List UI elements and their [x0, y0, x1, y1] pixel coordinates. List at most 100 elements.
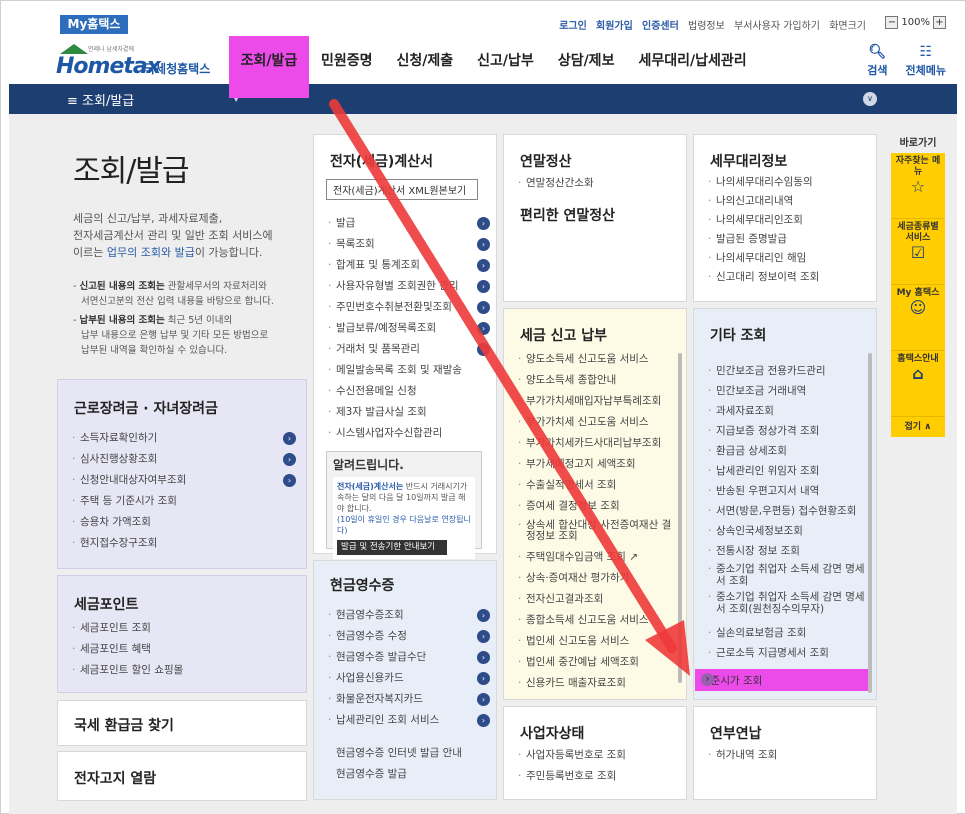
einvoice-item[interactable]: 거래처 및 품목관리›: [326, 339, 490, 360]
filing-item[interactable]: 부가세예정고지 세액조회: [516, 454, 676, 475]
gnb-consult-report[interactable]: 상담/제보: [546, 36, 627, 84]
filing-item[interactable]: 양도소득세 신고도움 서비스: [516, 349, 676, 370]
labor-item[interactable]: 승용차 가액조회: [70, 512, 296, 533]
zoom-in-button[interactable]: +: [933, 16, 946, 29]
filing-item[interactable]: 신용카드 매출자료조회: [516, 673, 676, 694]
cash-item[interactable]: 현금영수증조회›: [326, 605, 490, 626]
gnb-lookup-issue[interactable]: 조회/발급: [229, 36, 309, 84]
einvoice-item[interactable]: 메일발송목록 조회 및 재발송: [326, 360, 490, 381]
agent-item[interactable]: 발급된 증명발급: [706, 230, 870, 249]
quick-link-my-hometax[interactable]: My 홈택스 ☺: [891, 285, 945, 351]
einvoice-item[interactable]: 합계표 및 통계조회›: [326, 255, 490, 276]
einvoice-item[interactable]: 목록조회›: [326, 234, 490, 255]
dept-user-signup-link[interactable]: 부서사용자 가입하기: [734, 21, 820, 32]
points-item[interactable]: 세금포인트 할인 쇼핑몰: [70, 660, 296, 681]
einvoice-item[interactable]: 수신전용메일 신청: [326, 381, 490, 402]
filing-item[interactable]: 전자신고결과조회: [516, 589, 676, 610]
filing-item[interactable]: 양도소득세 종합안내: [516, 370, 676, 391]
labor-item[interactable]: 주택 등 기준시가 조회: [70, 491, 296, 512]
cash-item[interactable]: 납세관리인 조회 서비스›: [326, 710, 490, 731]
installment-item[interactable]: 허가내역 조회: [706, 745, 870, 766]
cash-online-guide-link[interactable]: 현금영수증 인터넷 발급 안내: [336, 743, 462, 764]
cert-center-link[interactable]: 인증센터: [642, 21, 679, 32]
einvoice-item[interactable]: 제3자 발급사실 조회: [326, 402, 490, 423]
bizstatus-item[interactable]: 사업자등록번호로 조회: [516, 745, 680, 766]
other-item[interactable]: 민간보조금 전용카드관리: [706, 361, 866, 381]
filing-item[interactable]: 부가가치세카드사대리납부조회: [516, 433, 676, 454]
einvoice-item[interactable]: 발급보류/예정목록조회›: [326, 318, 490, 339]
filing-item[interactable]: 증여세 결정정보 조회: [516, 496, 676, 517]
gnb-tax-agent[interactable]: 세무대리/납세관리: [626, 36, 758, 84]
other-item[interactable]: 납세관리인 위임자 조회: [706, 461, 866, 481]
section-nav-label[interactable]: ≡ 조회/발급: [67, 90, 134, 109]
easy-yearend-heading[interactable]: 편리한 연말정산: [520, 205, 615, 225]
other-item[interactable]: 지급보증 정상가격 조회: [706, 421, 866, 441]
agent-item[interactable]: 나의세무대리인조회: [706, 211, 870, 230]
einvoice-item[interactable]: 사용자유형별 조회권한 관리›: [326, 276, 490, 297]
other-item[interactable]: 실손의료보험금 조회: [706, 623, 866, 643]
yearend-item[interactable]: 연말정산간소화: [516, 173, 680, 194]
other-scrollbar[interactable]: [868, 353, 872, 693]
cash-item[interactable]: 현금영수증 발급수단›: [326, 647, 490, 668]
refund-panel[interactable]: 국세 환급금 찾기: [57, 700, 307, 746]
gnb-civil-cert[interactable]: 민원증명: [309, 36, 385, 84]
agent-item[interactable]: 나의세무대리인 해임: [706, 249, 870, 268]
gnb-apply-submit[interactable]: 신청/제출: [385, 36, 466, 84]
labor-item[interactable]: 심사진행상황조회›: [70, 449, 296, 470]
einvoice-item[interactable]: 발급›: [326, 213, 490, 234]
hometax-logo[interactable]: 언제나 납세자곁에 Hometax 국세청홈택스: [56, 42, 216, 79]
gnb-report-pay[interactable]: 신고/납부: [465, 36, 546, 84]
other-item[interactable]: 중소기업 취업자 소득세 감면 명세서 조회(원천징수의무자): [706, 589, 866, 623]
chevron-down-icon[interactable]: ∨: [863, 92, 877, 106]
labor-item[interactable]: 현지접수장구조회: [70, 533, 296, 554]
other-item[interactable]: 반송된 우편고지서 내역: [706, 481, 866, 501]
other-item[interactable]: 근로소득 지급명세서 조회: [706, 643, 866, 663]
filing-item[interactable]: 부가가치세매입자납부특례조회: [516, 391, 676, 412]
collapse-button[interactable]: 접기 ∧: [891, 417, 945, 437]
filing-item[interactable]: 부가가치세 신고도움 서비스: [516, 412, 676, 433]
enotice-panel[interactable]: 전자고지 열람: [57, 751, 307, 801]
filing-scrollbar[interactable]: [678, 353, 682, 683]
other-item[interactable]: 중소기업 취업자 소득세 감면 명세서 조회: [706, 561, 866, 589]
filing-item[interactable]: 상속세 합산대상 사전증여재산 결정정보 조회: [516, 517, 676, 547]
other-item[interactable]: 서면(방문,우편등) 접수현황조회: [706, 501, 866, 521]
points-item[interactable]: 세금포인트 혜택: [70, 639, 296, 660]
zoom-out-button[interactable]: −: [885, 16, 899, 29]
other-item[interactable]: 전통시장 정보 조회: [706, 541, 866, 561]
other-item[interactable]: 환급금 상세조회: [706, 441, 866, 461]
filing-item[interactable]: 주택임대수입금액 조회 ↗: [516, 547, 676, 568]
other-item[interactable]: 민간보조금 거래내역: [706, 381, 866, 401]
filing-item[interactable]: 종합소득세 신고도움 서비스: [516, 610, 676, 631]
my-hometax-tab[interactable]: My홈택스: [60, 15, 128, 34]
labor-item[interactable]: 신청안내대상자여부조회›: [70, 470, 296, 491]
all-menu-button[interactable]: ☷ 전체메뉴: [906, 44, 946, 78]
cash-issue-link[interactable]: 현금영수증 발급: [336, 764, 462, 785]
einvoice-item[interactable]: 주민번호수취분전환및조회›: [326, 297, 490, 318]
signup-link[interactable]: 회원가입: [596, 21, 633, 32]
points-item[interactable]: 세금포인트 조회: [70, 618, 296, 639]
agent-item[interactable]: 신고대리 정보이력 조회: [706, 268, 870, 287]
cash-item[interactable]: 사업용신용카드›: [326, 668, 490, 689]
deadline-guide-button[interactable]: 발급 및 전송기한 안내보기: [337, 540, 447, 555]
quick-link-tax-services[interactable]: 세금종류별 서비스 ☑: [891, 219, 945, 285]
einvoice-item[interactable]: 시스템사업자수신합관리: [326, 423, 490, 444]
agent-item[interactable]: 나의신고대리내역: [706, 192, 870, 211]
cash-item[interactable]: 현금영수증 수정›: [326, 626, 490, 647]
cash-item[interactable]: 화물운전자복지카드›: [326, 689, 490, 710]
labor-item[interactable]: 소득자료확인하기›: [70, 428, 296, 449]
bizstatus-item[interactable]: 주민등록번호로 조회: [516, 766, 680, 787]
login-link[interactable]: 로그인: [559, 21, 587, 32]
agent-item[interactable]: 나의세무대리수임동의: [706, 173, 870, 192]
other-item[interactable]: 상속인국세정보조회: [706, 521, 866, 541]
search-button[interactable]: 🔍︎ 검색: [867, 44, 887, 78]
quick-link-favorites[interactable]: 자주찾는 메뉴 ☆: [891, 153, 945, 219]
filing-item[interactable]: 상속·증여재산 평가하기: [516, 568, 676, 589]
xml-view-button[interactable]: 전자(세금)계산서 XML원본보기: [326, 179, 478, 200]
law-info-link[interactable]: 법령정보: [688, 21, 725, 32]
quick-link-guide[interactable]: 홈택스안내 ⌂: [891, 351, 945, 417]
filing-item[interactable]: 법인세 중간예납 세액조회: [516, 652, 676, 673]
filing-item[interactable]: 수출실적명세서 조회: [516, 475, 676, 496]
other-item[interactable]: 과세자료조회: [706, 401, 866, 421]
standard-price-lookup-item[interactable]: 기준시가 조회 ›: [695, 669, 869, 691]
filing-item[interactable]: 법인세 신고도움 서비스: [516, 631, 676, 652]
